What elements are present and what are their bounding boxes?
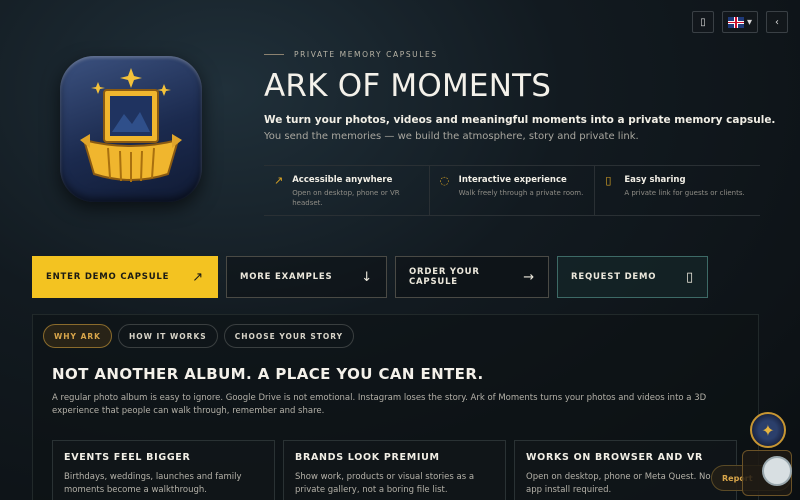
cta-row: ENTER DEMO CAPSULE ↗ MORE EXAMPLES ↓ ORD… [32, 256, 708, 298]
arrow-down-icon: ↓ [361, 269, 373, 285]
more-examples-label: MORE EXAMPLES [240, 272, 333, 282]
section-heading: NOT ANOTHER ALBUM. A PLACE YOU CAN ENTER… [52, 365, 484, 383]
feature-text: A private link for guests or clients. [624, 189, 745, 197]
card-events: EVENTS FEEL BIGGER Birthdays, weddings, … [52, 440, 275, 500]
eyebrow-text: PRIVATE MEMORY CAPSULES [294, 50, 438, 59]
eyebrow: PRIVATE MEMORY CAPSULES [264, 50, 438, 59]
phone-icon[interactable]: ▯ [692, 11, 714, 33]
order-capsule-button[interactable]: ORDER YOUR CAPSULE → [395, 256, 549, 298]
card-brands: BRANDS LOOK PREMIUM Show work, products … [283, 440, 506, 500]
circle-dashed-icon: ◌ [439, 174, 450, 187]
card-title: WORKS ON BROWSER AND VR [526, 452, 704, 463]
phone-icon: ▯ [605, 174, 612, 187]
page-title: ARK OF MOMENTS [264, 68, 552, 104]
request-demo-label: REQUEST DEMO [571, 272, 657, 282]
floating-widgets: Report ✦ [710, 410, 800, 500]
enter-demo-label: ENTER DEMO CAPSULE [46, 272, 170, 282]
request-demo-button[interactable]: REQUEST DEMO ▯ [557, 256, 708, 298]
benefit-cards: EVENTS FEEL BIGGER Birthdays, weddings, … [52, 440, 737, 500]
feature-title: Accessible anywhere [292, 175, 393, 185]
assistant-avatar[interactable]: ✦ [750, 412, 786, 448]
feature-text: Walk freely through a private room. [458, 189, 584, 197]
collapse-button[interactable]: ‹ [766, 11, 788, 33]
feature-text: Open on desktop, phone or VR headset. [292, 189, 400, 207]
eyebrow-dash [264, 54, 284, 55]
hero-lead: We turn your photos, videos and meaningf… [264, 114, 776, 126]
arrow-up-right-icon: ↗ [274, 174, 284, 187]
section-description: A regular photo album is easy to ignore.… [52, 393, 707, 416]
top-bar: ▯ ▾ ‹ [692, 11, 788, 33]
order-capsule-label: ORDER YOUR CAPSULE [409, 267, 480, 287]
feature-accessible: ↗ Accessible anywhere Open on desktop, p… [264, 166, 430, 215]
language-selector[interactable]: ▾ [722, 11, 758, 33]
more-examples-button[interactable]: MORE EXAMPLES ↓ [226, 256, 387, 298]
ark-logo [60, 56, 202, 202]
tab-how-it-works[interactable]: HOW IT WORKS [117, 324, 218, 348]
hero-subtitle: You send the memories — we build the atm… [264, 131, 639, 142]
card-title: BRANDS LOOK PREMIUM [295, 452, 440, 463]
card-text: Birthdays, weddings, launches and family… [64, 472, 242, 495]
feature-sharing: ▯ Easy sharing A private link for guests… [595, 166, 760, 215]
tab-choose-story[interactable]: CHOOSE YOUR STORY [223, 324, 355, 348]
chat-icon[interactable] [762, 456, 792, 486]
uk-flag-icon [727, 16, 744, 28]
feature-interactive: ◌ Interactive experience Walk freely thr… [430, 166, 596, 215]
card-browser-vr: WORKS ON BROWSER AND VR Open on desktop,… [514, 440, 737, 500]
arrow-right-icon: → [523, 269, 535, 285]
card-text: Show work, products or visual stories as… [295, 472, 475, 495]
enter-demo-button[interactable]: ENTER DEMO CAPSULE ↗ [32, 256, 218, 298]
feature-title: Easy sharing [624, 175, 686, 185]
section-tabs: WHY ARK HOW IT WORKS CHOOSE YOUR STORY [43, 324, 355, 348]
chevron-down-icon: ▾ [746, 16, 753, 28]
info-panel: WHY ARK HOW IT WORKS CHOOSE YOUR STORY N… [32, 314, 759, 500]
feature-title: Interactive experience [458, 175, 567, 185]
feature-strip: ↗ Accessible anywhere Open on desktop, p… [264, 165, 760, 216]
phone-icon: ▯ [686, 269, 694, 285]
tab-why-ark[interactable]: WHY ARK [43, 324, 112, 348]
arrow-up-right-icon: ↗ [192, 269, 204, 285]
card-text: Open on desktop, phone or Meta Quest. No… [526, 472, 711, 495]
card-title: EVENTS FEEL BIGGER [64, 452, 191, 463]
